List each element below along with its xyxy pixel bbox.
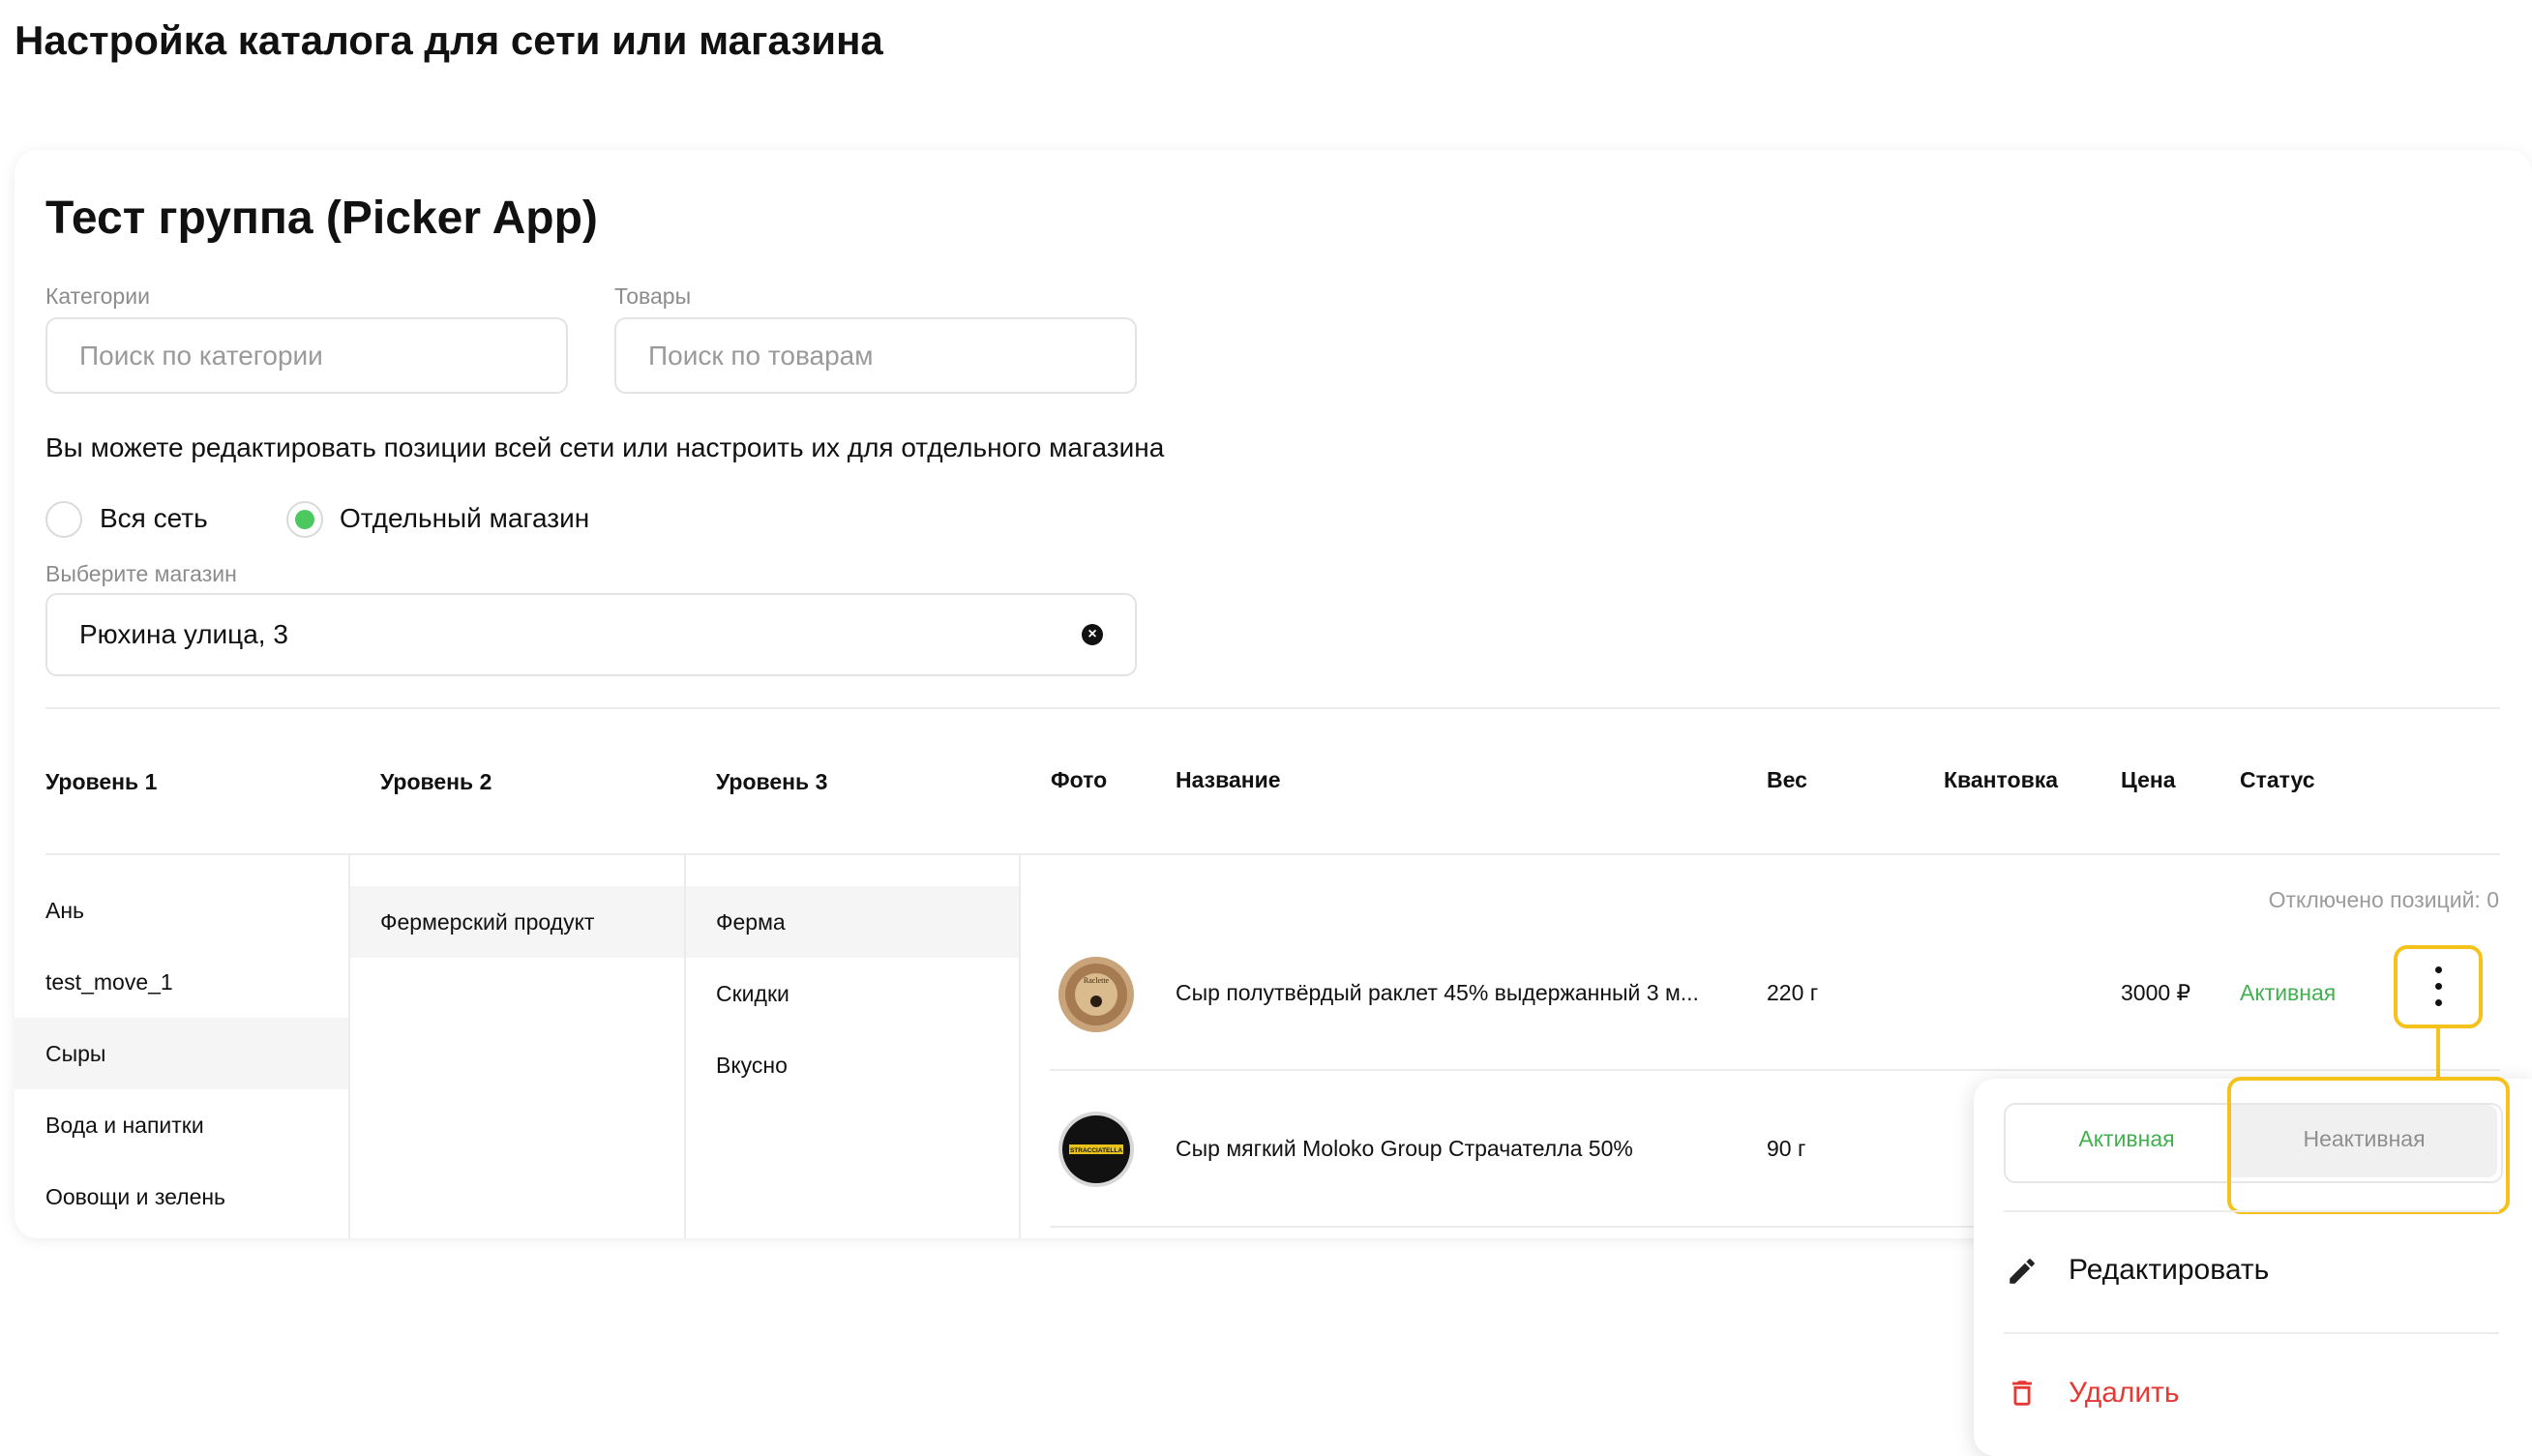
group-title: Тест группа (Picker App) (45, 193, 598, 244)
clear-icon[interactable]: × (1082, 624, 1103, 645)
product-weight: 90 г (1767, 1136, 1806, 1161)
level3-item[interactable]: Скидки (716, 981, 789, 1007)
column-name: Название (1176, 767, 1281, 792)
column-photo: Фото (1051, 767, 1108, 792)
level1-item[interactable]: Ань (45, 898, 84, 924)
radio-single-store[interactable] (286, 501, 323, 538)
scope-info-text: Вы можете редактировать позиции всей сет… (45, 432, 1165, 462)
column-separator (1019, 854, 1021, 1238)
row-divider (1050, 1226, 1979, 1228)
edit-menu-item[interactable]: Редактировать (2069, 1254, 2269, 1287)
column-quantization: Квантовка (1944, 767, 2059, 792)
pencil-icon (2010, 1259, 2035, 1284)
trash-icon (2012, 1381, 2032, 1406)
product-search-input[interactable] (614, 317, 1137, 394)
store-select-value: Рюхина улица, 3 (79, 619, 288, 649)
products-label: Товары (614, 283, 692, 309)
column-weight: Вес (1767, 767, 1807, 792)
kebab-icon-dot (2435, 983, 2442, 990)
level3-item[interactable]: Вкусно (716, 1053, 788, 1079)
radio-whole-network[interactable] (45, 501, 82, 538)
product-photo-label: Raclette (1084, 976, 1110, 985)
level1-item[interactable]: Оовощи и зелень (45, 1184, 225, 1210)
product-name[interactable]: Сыр мягкий Moloko Group Страчателла 50% (1176, 1136, 1633, 1162)
category-search-input[interactable] (45, 317, 568, 394)
level1-item[interactable]: Вода и напитки (45, 1113, 204, 1139)
product-price: 3000 ₽ (2121, 980, 2191, 1005)
radio-selected-dot (295, 510, 314, 529)
radio-single-store-label[interactable]: Отдельный магазин (340, 503, 589, 534)
product-photo: STRACCIATELLA (1058, 1112, 1134, 1187)
column-price: Цена (2121, 767, 2176, 792)
section-divider (45, 707, 2500, 709)
disabled-count: Отключено позиций: 0 (2268, 887, 2499, 912)
column-level-2: Уровень 2 (380, 769, 492, 794)
more-actions-button[interactable] (2394, 945, 2483, 1028)
delete-menu-item[interactable]: Удалить (2069, 1377, 2180, 1410)
status-active-option[interactable]: Активная (2006, 1126, 2248, 1152)
level1-item-selected[interactable]: Сыры (45, 1041, 105, 1067)
column-level-1: Уровень 1 (45, 769, 158, 794)
radio-whole-network-label[interactable]: Вся сеть (100, 503, 208, 534)
highlight-frame (2227, 1077, 2510, 1214)
popup-divider (2004, 1210, 2499, 1212)
product-photo: Raclette (1058, 957, 1134, 1032)
column-level-3: Уровень 3 (716, 769, 828, 794)
store-select[interactable]: Рюхина улица, 3 × (45, 593, 1137, 676)
store-select-label: Выберите магазин (45, 561, 237, 586)
product-status: Активная (2240, 980, 2337, 1005)
product-name[interactable]: Сыр полутвёрдый раклет 45% выдержанный 3… (1176, 980, 1699, 1006)
catalog-card (15, 150, 2532, 1238)
row-divider (1050, 1069, 2500, 1071)
product-weight: 220 г (1767, 980, 1819, 1005)
highlight-connector (2436, 1028, 2440, 1079)
level2-item[interactable]: Фермерский продукт (380, 909, 594, 936)
level1-item[interactable]: test_move_1 (45, 969, 173, 995)
popup-divider (2004, 1332, 2499, 1334)
kebab-icon (2435, 966, 2442, 973)
header-divider (45, 853, 2500, 855)
level3-item[interactable]: Ферма (716, 909, 786, 936)
categories-label: Категории (45, 283, 150, 309)
page-title: Настройка каталога для сети или магазина (15, 17, 883, 63)
kebab-icon-dot (2435, 999, 2442, 1006)
product-photo-label: STRACCIATELLA (1070, 1147, 1122, 1154)
column-status: Статус (2240, 767, 2315, 792)
